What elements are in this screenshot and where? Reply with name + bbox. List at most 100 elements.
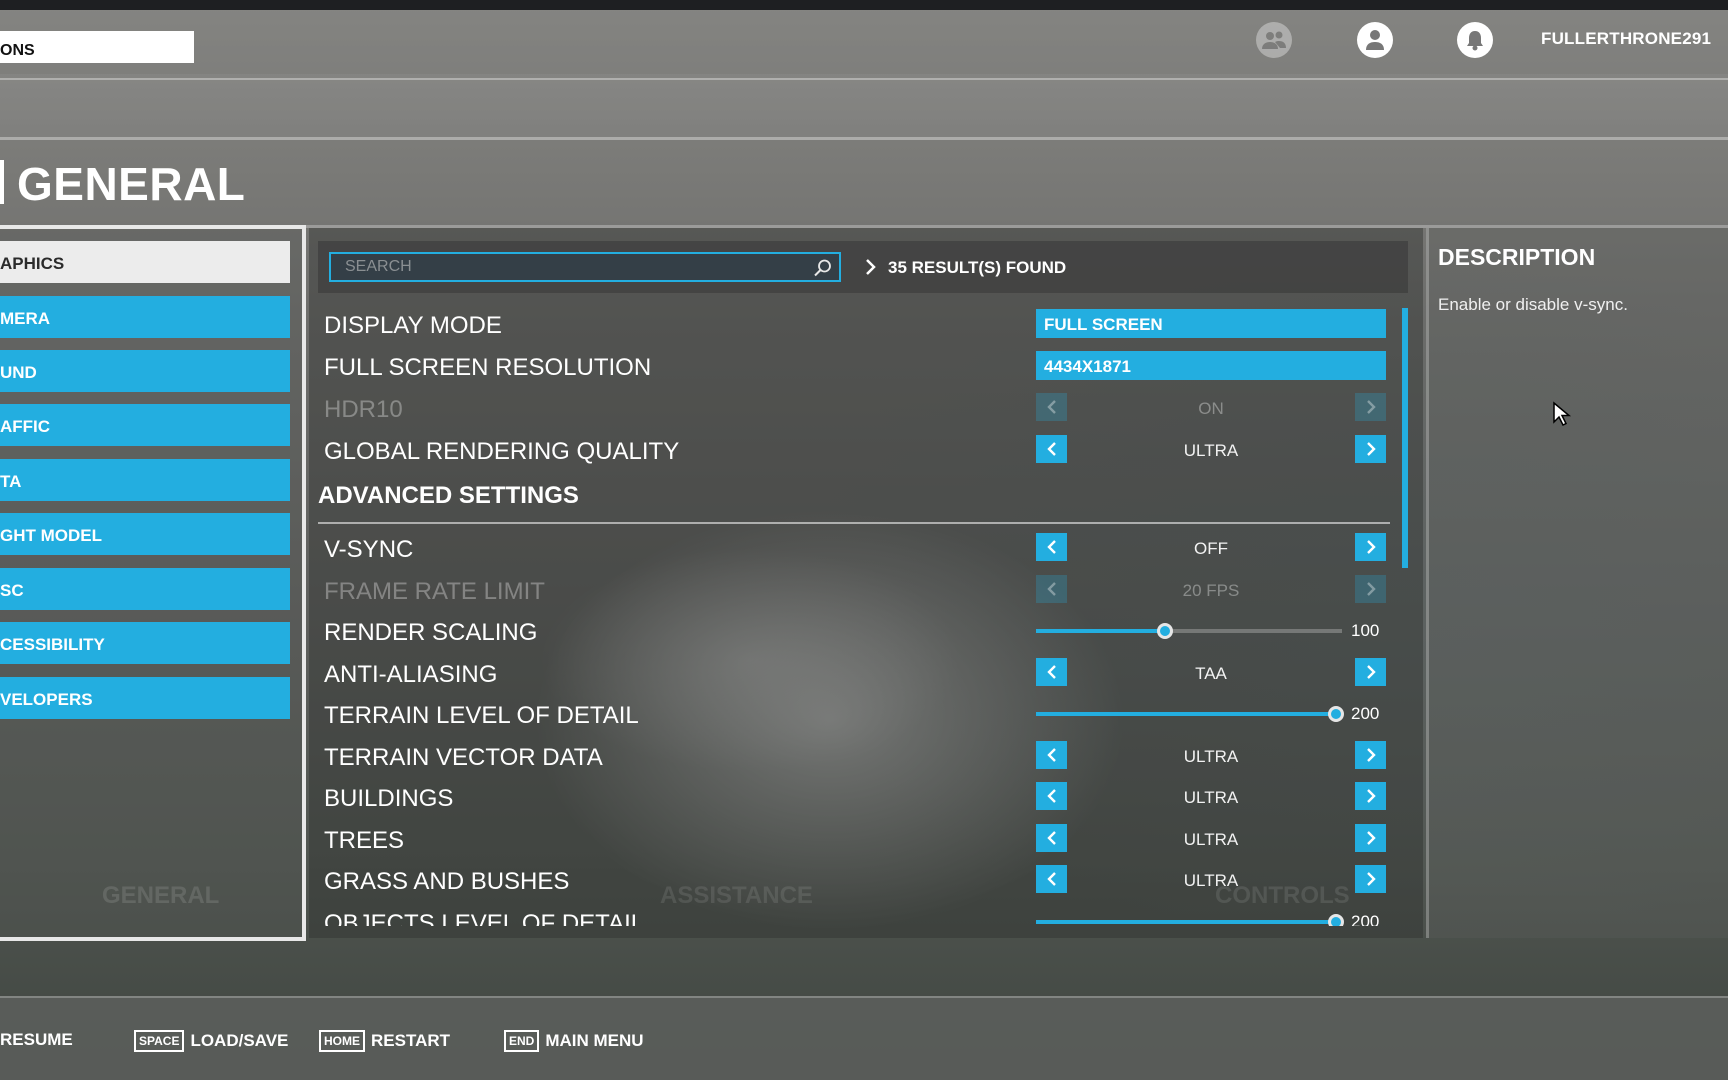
restart-label: RESTART	[371, 1031, 451, 1050]
sidebar-item-accessibility[interactable]: CESSIBILITY	[0, 622, 290, 664]
chevron-left-icon[interactable]	[1036, 782, 1067, 810]
setting-value: OFF	[1194, 539, 1228, 558]
load-save-label: LOAD/SAVE	[190, 1031, 289, 1050]
setting-value: ON	[1198, 399, 1224, 418]
setting-label: FULL SCREEN RESOLUTION	[324, 354, 652, 381]
setting-frame-rate-limit: FRAME RATE LIMIT 20 FPS	[318, 570, 1392, 608]
sidebar-item-sound[interactable]: UND	[0, 350, 290, 392]
terrain-lod-slider[interactable]	[1036, 706, 1344, 722]
page-title: GENERAL	[17, 158, 246, 210]
setting-value: 200	[1351, 912, 1380, 926]
display-mode-dropdown[interactable]: FULL SCREEN	[1036, 309, 1386, 338]
ghost-label-general: GENERAL	[102, 882, 220, 909]
notifications-icon[interactable]	[1457, 22, 1493, 58]
setting-label: FRAME RATE LIMIT	[324, 578, 545, 605]
slider-handle[interactable]	[1327, 914, 1344, 926]
setting-hdr10: HDR10 ON	[318, 388, 1392, 426]
sidebar-item-misc[interactable]: SC	[0, 568, 290, 610]
sidebar-item-flight-model[interactable]: GHT MODEL	[0, 513, 290, 555]
chevron-right-icon[interactable]	[1355, 658, 1386, 686]
setting-label: TERRAIN VECTOR DATA	[324, 744, 603, 771]
window-top-strip	[0, 0, 1728, 10]
chevron-left-icon	[1036, 575, 1067, 603]
setting-terrain-vector: TERRAIN VECTOR DATA ULTRA	[318, 736, 1392, 774]
main-menu-label: MAIN MENU	[545, 1031, 644, 1050]
chevron-right-icon[interactable]	[1355, 533, 1386, 561]
chevron-right-icon[interactable]	[1355, 741, 1386, 769]
search-icon[interactable]	[813, 258, 833, 283]
sidebar-item-traffic[interactable]: AFFIC	[0, 404, 290, 446]
resume-label: RESUME	[0, 1030, 73, 1049]
setting-value: ULTRA	[1183, 441, 1239, 460]
ghost-label-controls: CONTROLS	[1215, 882, 1350, 909]
setting-label: V-SYNC	[324, 536, 414, 563]
setting-label: HDR10	[324, 396, 403, 423]
chevron-right-icon[interactable]	[1355, 782, 1386, 810]
page-title-marker	[0, 160, 4, 204]
setting-value: TAA	[1195, 664, 1227, 683]
setting-label: DISPLAY MODE	[324, 312, 502, 339]
setting-label: TERRAIN LEVEL OF DETAIL	[324, 702, 639, 729]
options-tab[interactable]: ONS	[0, 31, 194, 63]
resolution-dropdown[interactable]: 4434X1871	[1036, 351, 1386, 380]
setting-label: BUILDINGS	[324, 785, 454, 812]
username[interactable]: FULLERTHRONE291	[1541, 29, 1711, 49]
setting-buildings: BUILDINGS ULTRA	[318, 777, 1392, 815]
chevron-left-icon[interactable]	[1036, 865, 1067, 893]
resume-button[interactable]: RESUME	[0, 1030, 73, 1050]
setting-label: OBJECTS LEVEL OF DETAIL	[324, 910, 645, 926]
load-save-button[interactable]: SPACE LOAD/SAVE	[134, 1030, 288, 1052]
friends-icon[interactable]	[1256, 22, 1292, 58]
restart-button[interactable]: HOME RESTART	[319, 1030, 450, 1052]
scrollbar[interactable]	[1402, 308, 1408, 568]
slider-fill	[1036, 712, 1336, 716]
slider-fill	[1036, 920, 1336, 924]
sidebar-item-graphics[interactable]: APHICS	[0, 241, 290, 283]
setting-value: ULTRA	[1183, 788, 1239, 807]
setting-label: ANTI-ALIASING	[324, 661, 498, 688]
chevron-left-icon[interactable]	[1036, 741, 1067, 769]
setting-label: TREES	[324, 827, 405, 854]
chevron-left-icon[interactable]	[1036, 824, 1067, 852]
section-heading-advanced: ADVANCED SETTINGS	[318, 482, 579, 509]
sidebar-item-developers[interactable]: VELOPERS	[0, 677, 290, 719]
setting-label: RENDER SCALING	[324, 619, 538, 646]
setting-global-quality: GLOBAL RENDERING QUALITY ULTRA	[318, 430, 1392, 468]
slider-fill	[1036, 629, 1165, 633]
key-hint: END	[504, 1030, 540, 1052]
chevron-right-icon[interactable]	[1355, 435, 1386, 463]
setting-resolution: FULL SCREEN RESOLUTION 4434X1871	[318, 346, 1392, 384]
setting-vsync: V-SYNC OFF	[318, 528, 1392, 566]
ghost-label-assistance: ASSISTANCE	[660, 882, 813, 909]
search-input[interactable]	[331, 254, 801, 280]
sidebar-item-camera[interactable]: MERA	[0, 296, 290, 338]
chevron-left-icon[interactable]	[1036, 533, 1067, 561]
setting-value: 200	[1351, 704, 1380, 723]
chevron-left-icon	[1036, 393, 1067, 421]
profile-icon[interactable]	[1357, 22, 1393, 58]
slider-handle[interactable]	[1327, 706, 1344, 722]
setting-display-mode: DISPLAY MODE FULL SCREEN	[318, 304, 1392, 342]
description-title: DESCRIPTION	[1438, 244, 1596, 270]
setting-value: ULTRA	[1183, 830, 1239, 849]
render-scaling-slider[interactable]	[1036, 623, 1342, 639]
setting-render-scaling: RENDER SCALING 100	[318, 611, 1392, 649]
sidebar-item-data[interactable]: TA	[0, 459, 290, 501]
chevron-left-icon[interactable]	[1036, 658, 1067, 686]
chevron-right-icon	[1355, 575, 1386, 603]
chevron-right-icon[interactable]	[1355, 824, 1386, 852]
setting-trees: TREES ULTRA	[318, 819, 1392, 857]
section-divider	[318, 522, 1390, 524]
main-menu-button[interactable]: END MAIN MENU	[504, 1030, 644, 1052]
setting-anti-aliasing: ANTI-ALIASING TAA	[318, 653, 1392, 691]
slider-handle[interactable]	[1156, 623, 1173, 639]
chevron-left-icon[interactable]	[1036, 435, 1067, 463]
setting-value: ULTRA	[1183, 747, 1239, 766]
search-field[interactable]	[329, 252, 841, 282]
chevron-right-icon[interactable]	[1355, 865, 1386, 893]
setting-value: 100	[1351, 621, 1380, 640]
objects-lod-slider[interactable]	[1036, 914, 1344, 926]
results-count: 35 RESULT(S) FOUND	[888, 258, 1067, 277]
chevron-right-icon	[864, 258, 878, 281]
description-text: Enable or disable v-sync.	[1438, 295, 1628, 314]
